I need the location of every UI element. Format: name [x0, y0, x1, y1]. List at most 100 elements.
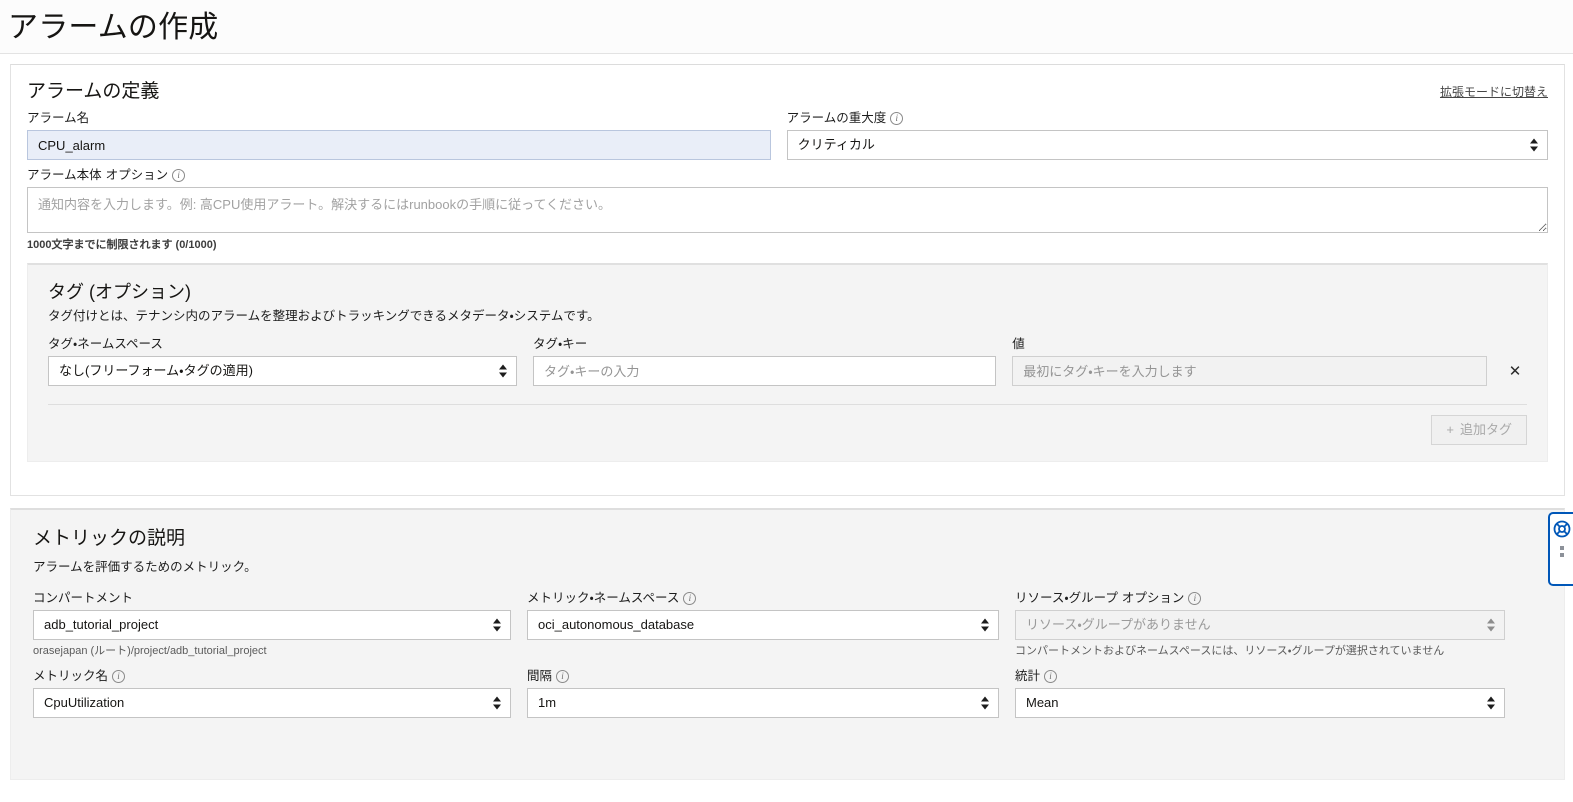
resource-group-helper-text: コンパートメントおよびネームスペースには、リソース・グループが選択されていません	[1015, 645, 1445, 657]
chevron-updown-icon	[493, 696, 502, 711]
statistic-label: 統計 i	[1015, 667, 1505, 685]
metric-description-panel: メトリックの説明 アラームを評価するためのメトリック。 コンパートメント adb…	[10, 508, 1565, 780]
metric-name-label-text: メトリック名	[33, 669, 109, 683]
info-icon[interactable]: i	[1044, 669, 1058, 683]
compartment-select[interactable]: adb_tutorial_project	[33, 610, 511, 640]
compartment-value: adb_tutorial_project	[44, 617, 159, 632]
tag-namespace-label-text: タグ・ネームスペース	[48, 337, 163, 351]
alarm-severity-label-text: アラームの重大度	[786, 111, 887, 125]
tag-namespace-value: なし(フリーフォーム・タグの適用)	[59, 363, 253, 378]
compartment-label: コンパートメント	[33, 589, 511, 607]
statistic-select[interactable]: Mean	[1015, 688, 1505, 718]
resource-group-label-text: リソース・グループ	[1015, 591, 1118, 605]
close-icon[interactable]: ✕	[1503, 356, 1527, 386]
alarm-body-field-group: アラーム本体 オプション i 1000文字までに制限されます (0/1000)	[27, 166, 1548, 253]
add-tag-button-label: 追加タグ	[1459, 422, 1512, 437]
statistic-field-group: 統計 i Mean	[1015, 667, 1505, 718]
resource-group-value: リソース・グループがありません	[1026, 617, 1211, 632]
info-icon[interactable]: i	[556, 669, 570, 683]
info-icon[interactable]: i	[112, 669, 126, 683]
help-support-widget[interactable]	[1548, 512, 1573, 586]
tag-value-field-group: 値	[1012, 335, 1487, 386]
tag-namespace-label: タグ・ネームスペース	[48, 335, 517, 353]
alarm-body-character-counter: 1000文字までに制限されます (0/1000)	[27, 239, 217, 251]
lifebuoy-icon	[1553, 520, 1570, 538]
alarm-definition-title: アラームの定義	[27, 81, 160, 102]
metric-namespace-label-text: メトリック・ネームスペース	[527, 591, 680, 605]
page-title: アラームの作成	[8, 11, 219, 44]
info-icon[interactable]: i	[172, 168, 186, 182]
interval-label-text: 間隔	[527, 669, 553, 683]
alarm-body-label-text: アラーム本体	[27, 168, 102, 182]
tags-description: タグ付けとは、テナンシ内のアラームを整理およびトラッキングできるメタデータ・シス…	[48, 309, 600, 323]
statistic-value: Mean	[1026, 695, 1059, 710]
resource-group-label: リソース・グループ オプション i	[1015, 589, 1505, 607]
metric-namespace-label: メトリック・ネームスペース i	[527, 589, 999, 607]
alarm-name-severity-row: アラーム名 アラームの重大度 i クリティカル	[27, 109, 1548, 160]
tag-namespace-field-group: タグ・ネームスペース なし(フリーフォーム・タグの適用)	[48, 335, 517, 386]
tag-key-label-text: タグ・キー	[533, 337, 588, 351]
chevron-updown-icon	[981, 618, 990, 633]
alarm-severity-select[interactable]: クリティカル	[786, 130, 1548, 160]
compartment-field-group: コンパートメント adb_tutorial_project orasejapan…	[33, 589, 511, 659]
info-icon[interactable]: i	[683, 591, 697, 605]
tag-value-label: 値	[1012, 335, 1487, 353]
alarm-name-field-group: アラーム名	[27, 109, 771, 160]
statistic-label-text: 統計	[1015, 669, 1041, 683]
tag-key-field-group: タグ・キー	[533, 335, 997, 386]
resource-group-select[interactable]: リソース・グループがありません	[1015, 610, 1505, 640]
alarm-severity-value: クリティカル	[797, 137, 875, 152]
metric-namespace-select[interactable]: oci_autonomous_database	[527, 610, 999, 640]
add-tag-button[interactable]: + 追加タグ	[1431, 415, 1527, 445]
alarm-severity-field-group: アラームの重大度 i クリティカル	[786, 109, 1548, 160]
interval-select[interactable]: 1m	[527, 688, 999, 718]
alarm-body-optional-text: オプション	[105, 168, 169, 182]
metric-name-field-group: メトリック名 i CpuUtilization	[33, 667, 511, 718]
info-icon[interactable]: i	[1188, 591, 1202, 605]
chevron-updown-icon	[493, 618, 502, 633]
metric-name-value: CpuUtilization	[44, 695, 125, 710]
plus-icon: +	[1446, 422, 1454, 437]
chevron-updown-icon	[981, 696, 990, 711]
tags-panel: タグ (オプション) タグ付けとは、テナンシ内のアラームを整理およびトラッキング…	[27, 263, 1548, 462]
resource-group-optional-text: オプション	[1121, 591, 1185, 605]
metric-row-2: メトリック名 i CpuUtilization 間隔 i 1m 統計 i Mea…	[33, 667, 1542, 718]
drag-handle-icon[interactable]	[1559, 546, 1564, 557]
tag-value-input[interactable]	[1012, 356, 1487, 386]
compartment-helper-text: orasejapan (ルート)/project/adb_tutorial_pr…	[33, 645, 267, 657]
alarm-body-textarea[interactable]	[27, 187, 1548, 233]
metric-namespace-value: oci_autonomous_database	[538, 617, 695, 632]
info-icon[interactable]: i	[890, 111, 904, 125]
tag-value-label-text: 値	[1012, 337, 1025, 351]
alarm-definition-card: アラームの定義 拡張モードに切替え アラーム名 アラームの重大度 i クリティカ…	[10, 64, 1565, 496]
interval-label: 間隔 i	[527, 667, 999, 685]
tags-divider	[48, 404, 1527, 405]
chevron-updown-icon	[1487, 696, 1496, 711]
chevron-updown-icon	[1487, 618, 1496, 633]
alarm-body-label: アラーム本体 オプション i	[27, 166, 1548, 184]
tag-row: タグ・ネームスペース なし(フリーフォーム・タグの適用) タグ・キー 値	[48, 335, 1527, 386]
page-header: アラームの作成	[0, 0, 1573, 54]
metric-description-subtitle: アラームを評価するためのメトリック。	[33, 560, 257, 574]
metric-namespace-field-group: メトリック・ネームスペース i oci_autonomous_database	[527, 589, 999, 659]
alarm-definition-header: アラームの定義 拡張モードに切替え	[27, 79, 1548, 109]
metric-name-label: メトリック名 i	[33, 667, 511, 685]
resource-group-field-group: リソース・グループ オプション i リソース・グループがありません コンパートメ…	[1015, 589, 1505, 659]
interval-field-group: 間隔 i 1m	[527, 667, 999, 718]
alarm-severity-label: アラームの重大度 i	[787, 109, 1548, 127]
metric-name-select[interactable]: CpuUtilization	[33, 688, 511, 718]
tag-namespace-select[interactable]: なし(フリーフォーム・タグの適用)	[48, 356, 517, 386]
tags-actions: + 追加タグ	[48, 415, 1527, 445]
metric-row-1: コンパートメント adb_tutorial_project orasejapan…	[33, 589, 1542, 659]
metric-description-title: メトリックの説明	[33, 528, 186, 549]
tag-key-label: タグ・キー	[533, 335, 996, 353]
alarm-name-label: アラーム名	[27, 109, 771, 127]
tag-key-input[interactable]	[533, 356, 997, 386]
chevron-updown-icon	[1530, 138, 1539, 153]
compartment-label-text: コンパートメント	[33, 591, 134, 605]
switch-to-advanced-mode-link[interactable]: 拡張モードに切替え	[1440, 82, 1548, 102]
tags-title: タグ (オプション)	[48, 282, 191, 302]
chevron-updown-icon	[499, 364, 508, 379]
alarm-name-input[interactable]	[27, 130, 771, 160]
alarm-name-label-text: アラーム名	[27, 111, 90, 125]
